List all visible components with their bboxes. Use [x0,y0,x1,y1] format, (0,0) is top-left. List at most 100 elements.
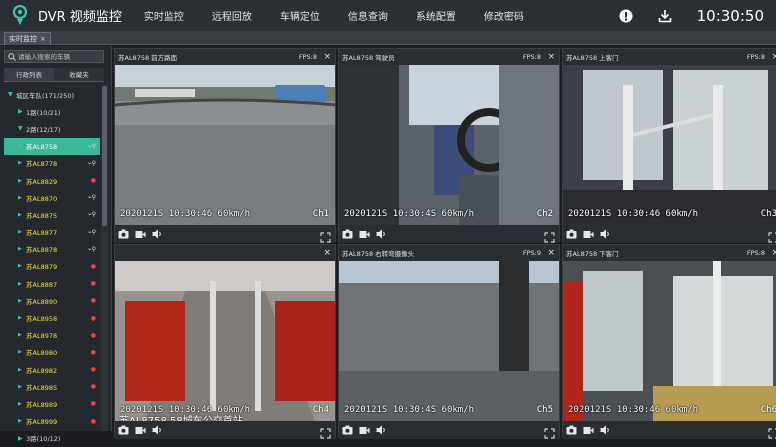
video-channel-label: Ch5 [536,405,553,415]
online-status-icon: ⌁⚲ [87,142,96,150]
speaker-icon[interactable] [376,229,387,240]
video-record-icon[interactable] [583,425,594,436]
video-frame[interactable]: 2020121S 10:30:46 60km/h Ch3 [563,65,776,225]
speaker-icon[interactable] [152,425,163,436]
download-icon[interactable] [658,9,672,23]
sidebar: 行政列表 收藏夹 ▼ 城区车队(171/250) ▶ 1路(10/21) ▼ 2… [0,46,112,443]
cell-title: 苏AL8758 下客门 [566,250,619,258]
camera-icon[interactable] [566,425,577,436]
video-record-icon[interactable] [359,425,370,436]
tab-realtime[interactable]: 实时监控 × [4,32,51,45]
video-cell-ch5[interactable]: 苏AL8758 右转弯摄像头 FPS:9 × 2020121S 10:30:4S… [338,244,560,439]
offline-status-icon: ● [90,348,96,356]
sidebar-scrollbar[interactable] [101,86,108,431]
scroll-thumb[interactable] [102,86,107,226]
video-record-icon[interactable] [583,229,594,240]
speaker-icon[interactable] [600,425,611,436]
video-frame[interactable]: 2020121S 10:30:4S 60km/h Ch5 [339,261,559,421]
vehicle-plate: 苏AL8878 [26,246,58,255]
nav-location[interactable]: 车辆定位 [280,8,320,23]
vehicle-plate: 苏AL8980 [26,349,58,358]
vehicle-item[interactable]: ▶ 苏AL8878 ⌁⚲ [4,241,100,258]
tab-favorites[interactable]: 收藏夹 [54,68,104,82]
nav-playback[interactable]: 远程回放 [212,8,252,23]
video-cell-ch3[interactable]: 苏AL8758 上客门 FPS:8 × 2020121S 10:30:46 60… [562,48,776,243]
alert-icon[interactable] [619,9,633,23]
tree-node-route1[interactable]: ▶ 1路(10/21) [4,103,100,120]
video-frame[interactable]: 2020121S 10:30:46 60km/h Ch4 苏AL8758 58城… [115,261,335,421]
close-icon[interactable]: × [771,49,776,65]
vehicle-item[interactable]: ▶ 苏AL8985 ● [4,378,100,395]
nav-query[interactable]: 信息查询 [348,8,388,23]
close-icon[interactable]: × [323,245,331,261]
fps-label: FPS:8 [746,53,765,61]
cell-controls [339,225,559,243]
speaker-icon[interactable] [152,229,163,240]
vehicle-plate: 苏AL8989 [26,400,58,409]
cell-controls [339,421,559,439]
fullscreen-icon[interactable] [320,424,331,439]
speaker-icon[interactable] [376,425,387,436]
camera-icon[interactable] [118,425,129,436]
video-osd-timestamp: 2020121S 10:30:46 60km/h [120,209,251,219]
video-frame[interactable]: 2020121S 10:30:46 60km/h Ch6 [563,261,776,421]
video-record-icon[interactable] [135,425,146,436]
vehicle-item[interactable]: ▶ 苏AL8829 ● [4,172,100,189]
vehicle-item[interactable]: ▶ 苏AL8958 ● [4,309,100,326]
nav-password[interactable]: 修改密码 [484,8,524,23]
video-cell-ch4[interactable]: × 2020121S 10:30:46 60km/h Ch4 苏AL8758 5… [114,244,336,439]
fullscreen-icon[interactable] [320,228,331,243]
tree-node-fleet[interactable]: ▼ 城区车队(171/250) [4,86,100,103]
close-icon[interactable]: × [323,49,331,65]
camera-icon[interactable] [342,229,353,240]
fullscreen-icon[interactable] [544,228,555,243]
vehicle-item[interactable]: ▶ 苏AL8758 ⌁⚲ [4,137,100,155]
video-frame[interactable]: 2020121S 10:30:4S 60km/h Ch2 [339,65,559,225]
tree-node-label: 1路(10/21) [26,108,61,117]
close-icon[interactable]: × [547,245,555,261]
vehicle-plate: 苏AL8778 [26,160,58,169]
expanded-arrow-icon: ▼ [18,125,23,133]
offline-status-icon: ● [90,280,96,288]
speaker-icon[interactable] [600,229,611,240]
close-icon[interactable]: × [547,49,555,65]
vehicle-item[interactable]: ▶ 苏AL8890 ● [4,292,100,309]
video-cell-ch6[interactable]: 苏AL8758 下客门 FPS:8 × 2020121S 10:30:46 60… [562,244,776,439]
camera-icon[interactable] [566,229,577,240]
vehicle-item[interactable]: ▶ 苏AL8978 ● [4,327,100,344]
fullscreen-icon[interactable] [544,424,555,439]
fullscreen-icon[interactable] [768,228,776,243]
tab-close-icon[interactable]: × [40,33,46,45]
online-status-icon: ⌁⚲ [87,159,96,167]
video-record-icon[interactable] [135,229,146,240]
search-input[interactable] [18,52,103,61]
close-icon[interactable]: × [771,245,776,261]
video-frame[interactable]: 2020121S 10:30:46 60km/h Ch1 [115,65,335,225]
vehicle-item[interactable]: ▶ 苏AL8887 ● [4,275,100,292]
offline-status-icon: ● [90,297,96,305]
vehicle-item[interactable]: ▶ 苏AL8875 ⌁⚲ [4,206,100,223]
collapsed-arrow-icon: ▶ [18,366,22,373]
camera-icon[interactable] [118,229,129,240]
vehicle-item[interactable]: ▶ 苏AL8870 ⌁⚲ [4,189,100,206]
vehicle-item[interactable]: ▶ 苏AL8982 ● [4,361,100,378]
nav-config[interactable]: 系统配置 [416,8,456,23]
video-record-icon[interactable] [359,229,370,240]
tree-node-route3[interactable]: ▶ 3路(10/12) [4,430,100,447]
tree-node-route2[interactable]: ▼ 2路(12/17) [4,120,100,137]
vehicle-item[interactable]: ▶ 苏AL8980 ● [4,344,100,361]
vehicle-item[interactable]: ▶ 苏AL8778 ⌁⚲ [4,155,100,172]
video-cell-ch1[interactable]: 苏AL8758 前方路面 FPS:8 × 2020121S 10:30:46 6… [114,48,336,243]
vehicle-item[interactable]: ▶ 苏AL8877 ⌁⚲ [4,224,100,241]
tab-org-list[interactable]: 行政列表 [4,68,54,82]
video-cell-ch2[interactable]: 苏AL8758 驾驶员 FPS:8 × 2020121S 10:30:4S 60… [338,48,560,243]
collapsed-arrow-icon: ▶ [18,400,22,407]
vehicle-item[interactable]: ▶ 苏AL8999 ● [4,413,100,430]
nav-realtime[interactable]: 实时监控 [144,8,184,23]
camera-icon[interactable] [342,425,353,436]
offline-status-icon: ● [90,331,96,339]
vehicle-item[interactable]: ▶ 苏AL8989 ● [4,395,100,412]
vehicle-tree: ▼ 城区车队(171/250) ▶ 1路(10/21) ▼ 2路(12/17) … [4,86,100,447]
vehicle-item[interactable]: ▶ 苏AL8879 ● [4,258,100,275]
fullscreen-icon[interactable] [768,424,776,439]
